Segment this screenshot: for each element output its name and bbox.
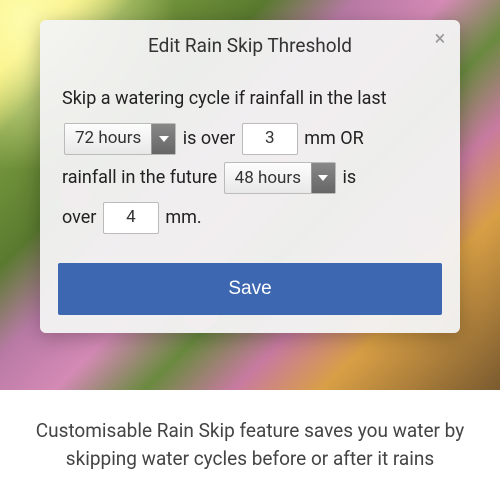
chevron-down-icon <box>151 124 175 154</box>
future-window-value: 48 hours <box>225 163 311 193</box>
rainfall-future-text: rainfall in the future <box>62 167 217 188</box>
dialog-body: Skip a watering cycle if rainfall in the… <box>40 67 460 255</box>
past-window-select[interactable]: 72 hours <box>64 123 176 155</box>
rain-skip-dialog: Edit Rain Skip Threshold × Skip a wateri… <box>40 20 460 333</box>
chevron-down-icon <box>311 163 335 193</box>
future-window-select[interactable]: 48 hours <box>224 162 336 194</box>
mm-period-text: mm. <box>165 207 201 228</box>
mm-or-text: mm OR <box>304 128 364 149</box>
past-threshold-input[interactable]: 3 <box>242 123 298 155</box>
past-window-value: 72 hours <box>65 124 151 154</box>
background-photo: Edit Rain Skip Threshold × Skip a wateri… <box>0 0 500 390</box>
is-over-text: is over <box>183 128 236 149</box>
close-icon[interactable]: × <box>430 28 450 48</box>
dialog-header: Edit Rain Skip Threshold × <box>40 20 460 67</box>
over-text: over <box>62 207 96 228</box>
future-threshold-input[interactable]: 4 <box>103 202 159 234</box>
caption-text: Customisable Rain Skip feature saves you… <box>30 417 470 472</box>
intro-text: Skip a watering cycle if rainfall in the… <box>62 88 387 109</box>
save-button[interactable]: Save <box>58 263 442 315</box>
dialog-title: Edit Rain Skip Threshold <box>60 34 440 57</box>
is-text: is <box>342 167 356 188</box>
caption-area: Customisable Rain Skip feature saves you… <box>0 390 500 500</box>
